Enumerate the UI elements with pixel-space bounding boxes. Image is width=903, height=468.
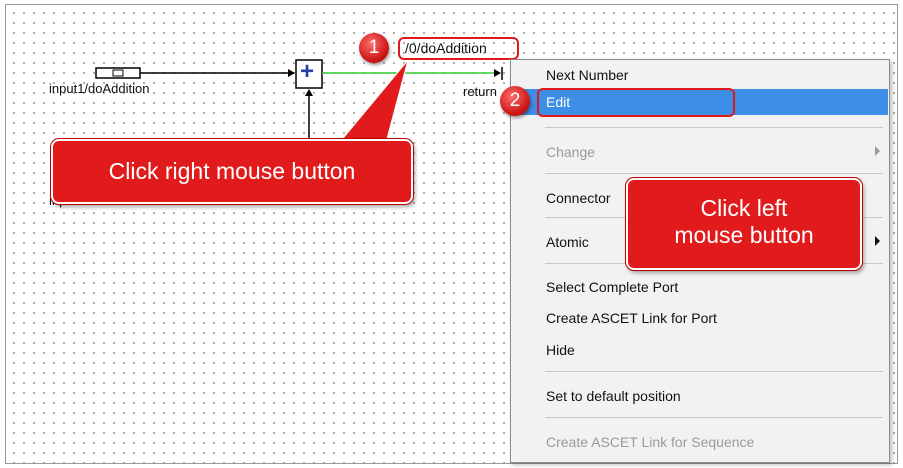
sum-symbol: + bbox=[300, 58, 315, 85]
menu-item-label: Create ASCET Link for Port bbox=[546, 310, 717, 326]
menu-item-select-complete-port[interactable]: Select Complete Port bbox=[512, 274, 888, 300]
menu-item-label: Hide bbox=[546, 342, 575, 358]
input1-wire-arrow bbox=[288, 69, 295, 77]
menu-item-label: Select Complete Port bbox=[546, 279, 679, 295]
menu-item-hide[interactable]: Hide bbox=[512, 337, 888, 363]
menu-item-create-ascet-link-sequence[interactable]: Create ASCET Link for Sequence bbox=[512, 429, 888, 455]
menu-separator bbox=[545, 127, 883, 128]
input2-wire-arrow bbox=[305, 89, 313, 96]
menu-item-label: Connector bbox=[546, 190, 611, 206]
menu-item-create-ascet-link-port[interactable]: Create ASCET Link for Port bbox=[512, 305, 888, 331]
callout-left-click: Click left mouse button bbox=[626, 178, 862, 270]
menu-item-change[interactable]: Change bbox=[512, 139, 888, 165]
submenu-arrow-icon bbox=[875, 236, 880, 246]
menu-separator bbox=[545, 173, 883, 174]
step-2-badge: 2 bbox=[500, 86, 530, 116]
submenu-arrow-icon bbox=[875, 146, 880, 156]
callout-right-click: Click right mouse button bbox=[51, 139, 413, 204]
menu-item-label: Next Number bbox=[546, 67, 629, 83]
callout-right-click-text: Click right mouse button bbox=[108, 158, 356, 184]
input1-inner-icon bbox=[112, 69, 124, 77]
callout-left-click-line2: mouse button bbox=[674, 222, 814, 248]
menu-item-set-default-position[interactable]: Set to default position bbox=[512, 383, 888, 409]
menu-item-next-number[interactable]: Next Number bbox=[512, 62, 888, 88]
menu-separator bbox=[545, 371, 883, 372]
path-label[interactable]: /0/doAddition bbox=[405, 40, 487, 56]
step-1-badge: 1 bbox=[359, 33, 389, 63]
menu-item-label: Create ASCET Link for Sequence bbox=[546, 434, 755, 450]
menu-item-label: Set to default position bbox=[546, 388, 681, 404]
output-wire-arrow bbox=[494, 69, 501, 77]
output-label[interactable]: return bbox=[463, 84, 497, 99]
menu-separator bbox=[545, 417, 883, 418]
callout-left-click-line1: Click left bbox=[700, 195, 788, 221]
edit-item-highlight bbox=[537, 88, 735, 117]
menu-item-label: Atomic bbox=[546, 234, 589, 250]
input1-label[interactable]: input1/doAddition bbox=[49, 81, 149, 96]
menu-item-label: Change bbox=[546, 144, 596, 160]
